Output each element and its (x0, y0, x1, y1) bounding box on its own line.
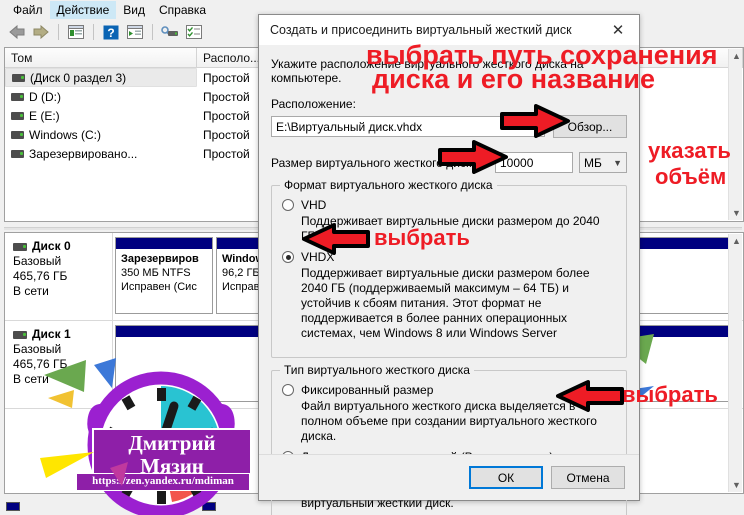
volume-list-scrollbar[interactable]: ▲ ▼ (728, 49, 742, 220)
menu-item-view[interactable]: Вид (116, 1, 152, 19)
watermark-url: https://zen.yandex.ru/mdiman (76, 473, 250, 491)
radio-fixed-size-description: Файл виртуального жесткого диска выделяе… (301, 399, 597, 443)
disk-status: В сети (13, 284, 49, 298)
dialog-intro-text: Укажите расположение виртуального жестко… (271, 57, 584, 85)
chevron-up-icon[interactable]: ▲ (732, 236, 741, 246)
column-header-volume[interactable]: Том (5, 48, 197, 67)
size-unit-select[interactable]: МБ ▼ (579, 152, 627, 173)
radio-button-icon (282, 251, 294, 263)
volume-icon (11, 92, 24, 101)
browse-button[interactable]: Обзор... (553, 115, 627, 138)
disk-size: 465,76 ГБ (13, 269, 68, 283)
chevron-down-icon[interactable]: ▼ (732, 480, 741, 490)
volume-icon (11, 149, 24, 158)
menu-item-help[interactable]: Справка (152, 1, 213, 19)
cell-volume: (Диск 0 раздел 3) (30, 70, 127, 85)
partition-name: Зарезервиров (121, 253, 199, 265)
ok-button[interactable]: ОК (469, 466, 543, 489)
forward-arrow-icon[interactable] (30, 21, 52, 43)
volume-icon (11, 111, 24, 120)
svg-text:?: ? (107, 26, 114, 40)
location-row: E:\Виртуальный диск.vhdx Обзор... (271, 115, 627, 138)
disk-status: В сети (13, 372, 49, 386)
toolbar-separator-1 (58, 24, 59, 40)
toolbar-separator-2 (93, 24, 94, 40)
legend-swatch-primary (6, 501, 20, 511)
location-label: Расположение: (271, 97, 356, 111)
tasks-icon[interactable] (183, 21, 205, 43)
disk-title: Диск 1 (32, 327, 71, 341)
partition-color-bar (116, 238, 212, 249)
disk-icon (13, 330, 27, 339)
radio-vhdx-description: Поддерживает виртуальные диски размером … (301, 266, 590, 340)
dialog-title: Создать и присоединить виртуальный жестк… (270, 23, 572, 37)
radio-vhdx-label: VHDX (301, 250, 335, 264)
radio-button-icon (282, 199, 294, 211)
chevron-up-icon[interactable]: ▲ (732, 51, 741, 61)
location-input[interactable]: E:\Виртуальный диск.vhdx (271, 116, 545, 137)
disk-kind: Базовый (13, 254, 62, 268)
help-icon[interactable]: ? (100, 21, 122, 43)
format-group-title: Формат виртуального жесткого диска (280, 178, 497, 192)
menu-item-action[interactable]: Действие (49, 0, 117, 19)
disk-info-1: Диск 1 Базовый 465,76 ГБ В сети (5, 321, 113, 408)
properties-icon[interactable] (65, 21, 87, 43)
legend-swatch-secondary (202, 501, 216, 511)
volume-icon (11, 130, 24, 139)
menu-item-file[interactable]: Файл (6, 1, 50, 19)
cell-volume: Windows (C:) (29, 127, 102, 142)
dialog-title-bar[interactable]: Создать и присоединить виртуальный жестк… (259, 15, 639, 45)
radio-fixed-size[interactable]: Фиксированный размер (282, 383, 616, 397)
app-window: Файл Действие Вид Справка ? Том Располо.… (0, 0, 744, 515)
cell-location: Простой (203, 108, 250, 123)
toolbar-separator-3 (152, 24, 153, 40)
disk-info-0: Диск 0 Базовый 465,76 ГБ В сети (5, 233, 113, 320)
radio-fixed-size-label: Фиксированный размер (301, 383, 434, 397)
type-group-title: Тип виртуального жесткого диска (280, 363, 474, 377)
disk-kind: Базовый (13, 342, 62, 356)
partition-status: Исправен (Сис (121, 281, 197, 293)
cell-volume: Зарезервировано... (29, 146, 138, 161)
partition-block[interactable]: Зарезервиров 350 МБ NTFS Исправен (Сис (115, 237, 213, 314)
chevron-down-icon: ▼ (613, 157, 622, 168)
cell-location: Простой (203, 146, 250, 161)
disk-icon (13, 242, 27, 251)
rescan-disks-icon[interactable] (159, 21, 181, 43)
partition-size: 350 МБ NTFS (121, 267, 191, 279)
close-icon[interactable]: ✕ (597, 15, 639, 45)
cell-volume: E (E:) (29, 108, 60, 123)
volume-icon (12, 73, 25, 82)
cell-location: Простой (203, 89, 250, 104)
cancel-button[interactable]: Отмена (551, 466, 625, 489)
radio-button-icon (282, 384, 294, 396)
disk-size: 465,76 ГБ (13, 357, 68, 371)
cell-location: Простой (203, 70, 250, 85)
size-row: Размер виртуального жесткого диска: 1000… (271, 152, 627, 173)
size-input[interactable]: 10000 (495, 152, 573, 173)
back-arrow-icon[interactable] (6, 21, 28, 43)
chevron-down-icon[interactable]: ▼ (732, 208, 741, 218)
disk-title: Диск 0 (32, 239, 71, 253)
cell-location: Простой (203, 127, 250, 142)
disk-pane-scrollbar[interactable]: ▲ ▼ (728, 234, 742, 492)
create-vhd-dialog: Создать и присоединить виртуальный жестк… (258, 14, 640, 515)
radio-vhdx[interactable]: VHDX (282, 250, 616, 264)
dialog-footer: ОК Отмена (259, 454, 639, 500)
radio-vhd-description: Поддерживает виртуальные диски размером … (301, 214, 600, 243)
refresh-icon[interactable] (124, 21, 146, 43)
radio-vhd-label: VHD (301, 198, 327, 212)
size-unit-value: МБ (584, 155, 602, 170)
dialog-body: Укажите расположение виртуального жестко… (259, 45, 639, 515)
size-label: Размер виртуального жесткого диска: (271, 155, 482, 170)
cell-volume: D (D:) (29, 89, 61, 104)
radio-vhd[interactable]: VHD (282, 198, 616, 212)
format-group: Формат виртуального жесткого диска VHD П… (271, 178, 627, 358)
